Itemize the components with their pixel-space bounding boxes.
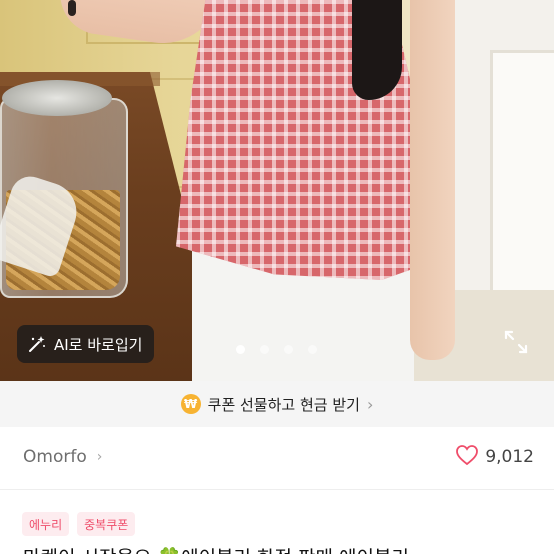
heart-outline-icon <box>455 444 479 470</box>
won-coin-icon: ₩ <box>180 394 201 414</box>
product-photo[interactable]: AI로 바로입기 <box>0 0 554 381</box>
ai-try-on-button[interactable]: AI로 바로입기 <box>17 325 155 363</box>
jar-lid <box>2 80 112 116</box>
tag-duplicate-coupon: 중복쿠폰 <box>77 512 136 536</box>
carousel-dot[interactable] <box>308 345 317 354</box>
like-count: 9,012 <box>485 447 534 467</box>
carousel-dot[interactable] <box>236 345 245 354</box>
magic-wand-icon <box>27 334 47 354</box>
divider <box>0 489 554 490</box>
product-detail-page: AI로 바로입기 ₩ 쿠폰 선물하고 현금 받기 › Omorfo › 9,01… <box>0 0 554 554</box>
carousel-dot[interactable] <box>284 345 293 354</box>
bracelet <box>68 0 76 16</box>
model-arm-right <box>410 0 455 360</box>
carousel-indicator <box>236 345 317 354</box>
benefit-tags: 에누리 중복쿠폰 <box>22 512 136 536</box>
seller-name: Omorfo <box>23 447 87 467</box>
ai-try-on-label: AI로 바로입기 <box>54 335 143 354</box>
product-title: 마켓이 시작을요 🍀에이블리 한정 판매 에이블리 <box>23 543 409 554</box>
coupon-banner-text: 쿠폰 선물하고 현금 받기 <box>207 395 360 414</box>
carousel-dot[interactable] <box>260 345 269 354</box>
like-button[interactable]: 9,012 <box>455 444 534 470</box>
background-cabinet <box>490 50 554 320</box>
expand-icon[interactable] <box>503 329 529 355</box>
chevron-right-icon: › <box>366 394 374 414</box>
seller-link[interactable]: Omorfo › <box>23 447 102 467</box>
tag-enuri: 에누리 <box>22 512 70 536</box>
coupon-gift-banner[interactable]: ₩ 쿠폰 선물하고 현금 받기 › <box>0 381 554 427</box>
model-hair <box>352 0 402 100</box>
chevron-right-icon: › <box>96 449 103 465</box>
